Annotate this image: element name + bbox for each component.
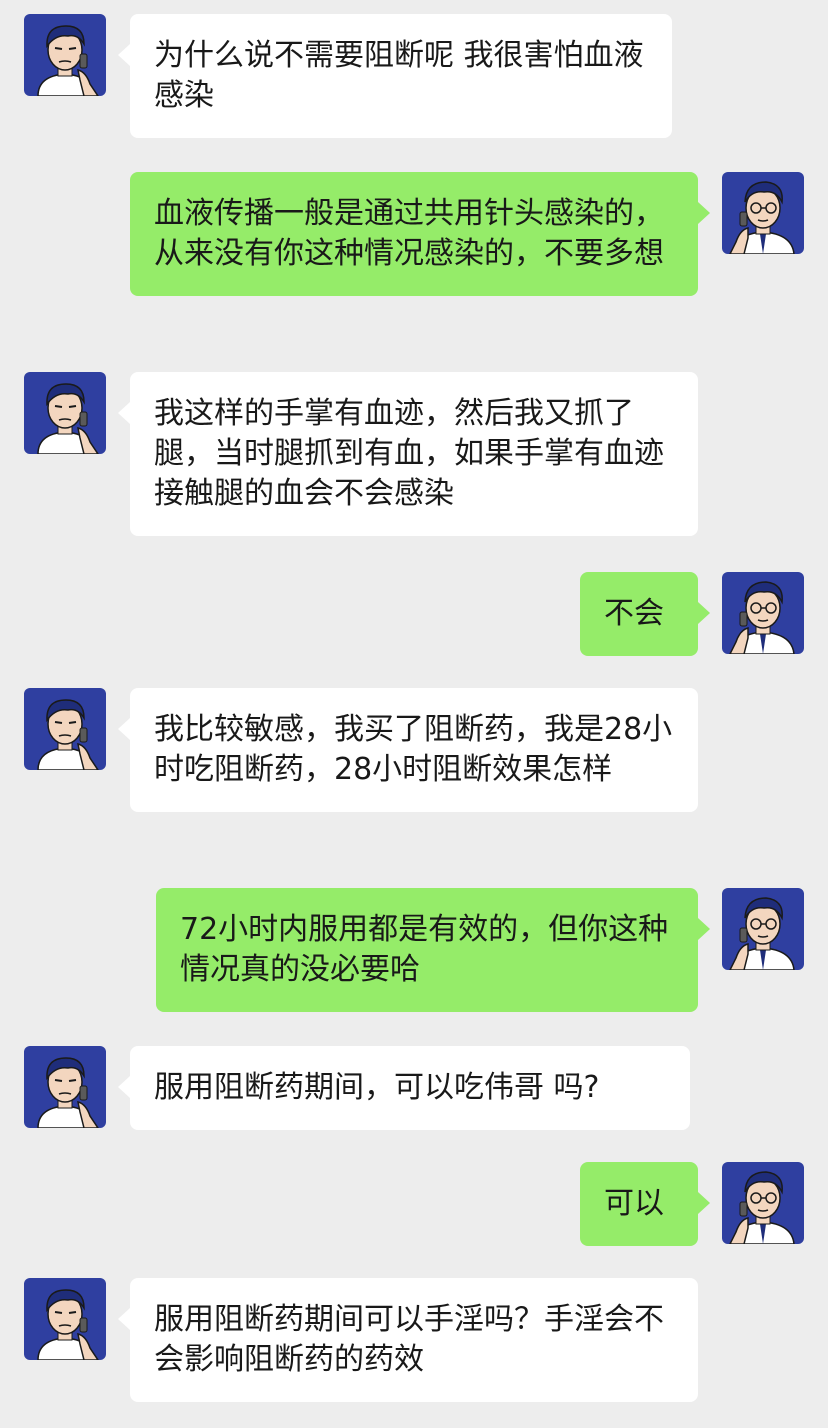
message-bubble-1[interactable]: 为什么说不需要阻断呢 我很害怕血液感染: [118, 14, 672, 138]
message-bubble-8[interactable]: 可以: [580, 1162, 710, 1246]
message-text: 不会: [604, 596, 664, 631]
patient-avatar-icon[interactable]: [24, 14, 106, 96]
doctor-avatar-icon[interactable]: [722, 172, 804, 254]
message-text: 我比较敏感，我买了阻断药，我是28小时吃阻断药，28小时阻断效果怎样: [154, 712, 673, 787]
message-text: 服用阻断药期间可以手淫吗？手淫会不会影响阻断药的药效: [154, 1302, 664, 1377]
message-text: 血液传播一般是通过共用针头感染的，从来没有你这种情况感染的，不要多想: [154, 196, 664, 271]
message-text: 服用阻断药期间，可以吃伟哥 吗?: [154, 1070, 600, 1105]
message-bubble-3[interactable]: 我这样的手掌有血迹，然后我又抓了腿，当时腿抓到有血，如果手掌有血迹接触腿的血会不…: [118, 372, 698, 536]
patient-avatar-icon[interactable]: [24, 688, 106, 770]
patient-avatar-icon[interactable]: [24, 1046, 106, 1128]
patient-avatar-icon[interactable]: [24, 1278, 106, 1360]
doctor-avatar-icon[interactable]: [722, 1162, 804, 1244]
message-bubble-4[interactable]: 不会: [580, 572, 710, 656]
message-text: 72小时内服用都是有效的，但你这种情况真的没必要哈: [180, 912, 669, 987]
doctor-avatar-icon[interactable]: [722, 888, 804, 970]
message-text: 为什么说不需要阻断呢 我很害怕血液感染: [154, 38, 644, 113]
message-text: 我这样的手掌有血迹，然后我又抓了腿，当时腿抓到有血，如果手掌有血迹接触腿的血会不…: [154, 396, 664, 511]
message-bubble-6[interactable]: 72小时内服用都是有效的，但你这种情况真的没必要哈: [156, 888, 710, 1012]
message-bubble-2[interactable]: 血液传播一般是通过共用针头感染的，从来没有你这种情况感染的，不要多想: [130, 172, 710, 296]
message-text: 可以: [604, 1186, 664, 1221]
message-bubble-9[interactable]: 服用阻断药期间可以手淫吗？手淫会不会影响阻断药的药效: [118, 1278, 698, 1402]
patient-avatar-icon[interactable]: [24, 372, 106, 454]
message-bubble-7[interactable]: 服用阻断药期间，可以吃伟哥 吗?: [118, 1046, 690, 1130]
doctor-avatar-icon[interactable]: [722, 572, 804, 654]
message-bubble-5[interactable]: 我比较敏感，我买了阻断药，我是28小时吃阻断药，28小时阻断效果怎样: [118, 688, 698, 812]
